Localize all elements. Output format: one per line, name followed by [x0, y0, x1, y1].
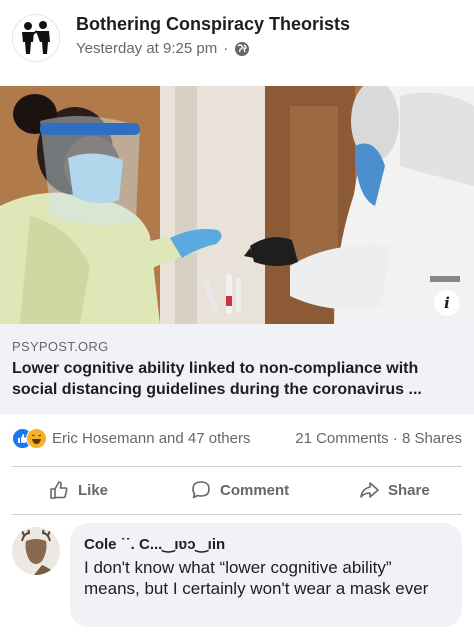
- post-timestamp[interactable]: Yesterday at 9:25 pm: [76, 40, 217, 57]
- thumbs-up-icon: [50, 481, 68, 499]
- post-header: Bothering Conspiracy Theorists Yesterday…: [0, 0, 474, 86]
- post-meta: Yesterday at 9:25 pm ·: [76, 40, 250, 57]
- post-actions: Like Comment Share: [0, 466, 474, 514]
- share-label: Share: [388, 481, 430, 499]
- comment-text: I don't know what “lower cognitive abili…: [84, 558, 429, 598]
- haha-reaction-icon: [26, 428, 47, 449]
- page-logo-icon: [22, 21, 50, 54]
- page-avatar[interactable]: [12, 14, 60, 62]
- comment-label: Comment: [220, 481, 290, 499]
- divider-bottom: [12, 514, 462, 515]
- link-title[interactable]: Lower cognitive ability linked to non-co…: [12, 358, 464, 400]
- link-preview[interactable]: PSYPOST.ORG Lower cognitive ability link…: [0, 324, 474, 414]
- deer-profile-icon: [12, 527, 60, 575]
- globe-icon[interactable]: [234, 41, 250, 57]
- comment-bubble: Cole ˙˙. C...‿ıʋɔ‿ıin I don't know what …: [70, 523, 462, 627]
- engagement-counts: 21 Comments · 8 Shares: [295, 430, 462, 447]
- comment-author[interactable]: Cole ˙˙. C...‿ıʋɔ‿ıin: [84, 535, 225, 553]
- comment-count[interactable]: 21 Comments: [295, 430, 388, 447]
- like-label: Like: [78, 481, 109, 499]
- reactions-summary: Eric Hosemann and 47 others 21 Comments …: [0, 414, 474, 464]
- share-count[interactable]: 8 Shares: [402, 430, 462, 447]
- commenter-avatar[interactable]: [12, 527, 60, 575]
- image-info-icon[interactable]: i: [434, 290, 460, 316]
- reaction-icons[interactable]: [12, 428, 48, 449]
- like-button[interactable]: Like: [48, 466, 108, 514]
- speech-bubble-icon: [192, 481, 210, 499]
- counts-separator: ·: [392, 430, 398, 447]
- share-button[interactable]: Share: [358, 466, 430, 514]
- comment-button[interactable]: Comment: [190, 466, 289, 514]
- reaction-names[interactable]: Eric Hosemann and 47 others: [52, 430, 250, 447]
- link-domain: PSYPOST.ORG: [12, 339, 109, 354]
- post-image[interactable]: i: [0, 86, 474, 324]
- healthcare-workers-photo: [0, 86, 474, 324]
- share-arrow-icon: [360, 482, 379, 498]
- meta-separator: ·: [223, 40, 229, 57]
- page-name[interactable]: Bothering Conspiracy Theorists: [76, 14, 350, 35]
